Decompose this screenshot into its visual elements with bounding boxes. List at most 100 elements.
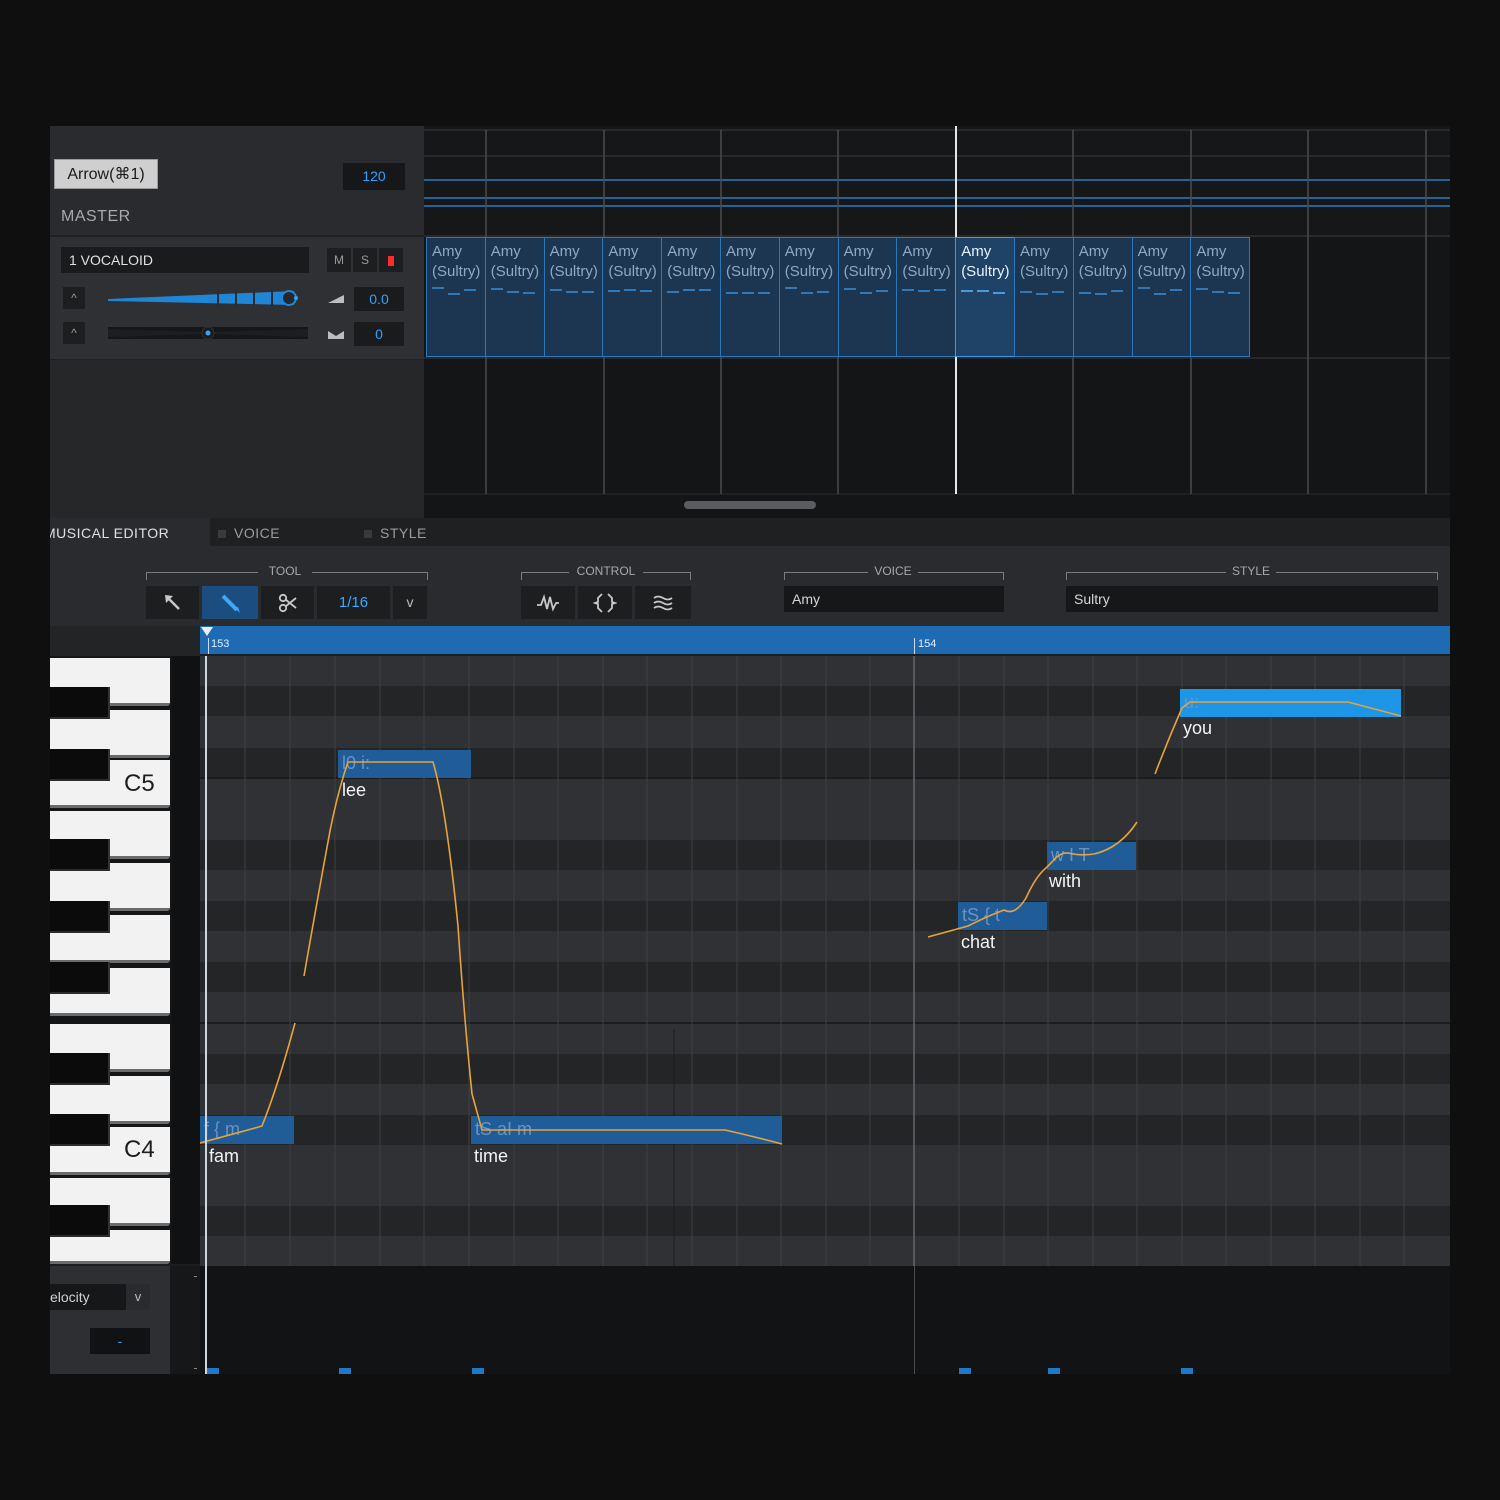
part-amy-sultry[interactable]: Amy (Sultry) (896, 237, 957, 357)
part-preview-sketch (1196, 288, 1241, 294)
solo-button[interactable]: S (353, 248, 377, 272)
arrangement-view[interactable]: Amy (Sultry) Amy (Sultry) Amy (Sultry) Amy (Sul… (424, 126, 1450, 518)
piano-roll[interactable]: f { m fam l0 i: lee tS aI m time tS { t … (200, 656, 1450, 1266)
tab-voice[interactable]: VOICE (218, 518, 358, 546)
ruler-bar-153: 153 (211, 638, 230, 650)
part-style-label: (Sultry) (1020, 263, 1069, 280)
scissors-tool-button[interactable] (261, 586, 314, 619)
grid-quantize-select[interactable]: 1/16 (317, 586, 390, 619)
tool-indicator[interactable]: Arrow(⌘1) (54, 159, 158, 189)
part-voice-label: Amy (490, 243, 521, 260)
divider (521, 572, 569, 573)
part-style-label: (Sultry) (1137, 263, 1186, 280)
editor-tab-bar: MUSICAL EDITOR VOICE STYLE (50, 518, 1450, 546)
part-amy-sultry[interactable]: Amy (Sultry) (1072, 237, 1133, 357)
velocity-bar[interactable] (1181, 1368, 1193, 1374)
part-preview-sketch (490, 288, 535, 294)
piano-key-black[interactable] (50, 1114, 110, 1146)
velocity-bar[interactable] (1048, 1368, 1060, 1374)
piano-key-black[interactable] (50, 1205, 110, 1237)
control-lane[interactable] (200, 1266, 1450, 1374)
piano-key-black[interactable] (50, 962, 110, 994)
piano-key-black[interactable] (50, 687, 110, 719)
pitch-curve[interactable] (200, 656, 1450, 1266)
timeline-ruler[interactable]: 153 154 (200, 626, 1450, 654)
part-preview-sketch (1137, 287, 1182, 295)
part-voice-label: Amy (549, 243, 580, 260)
editor-playhead[interactable] (205, 656, 207, 1266)
velocity-bar[interactable] (472, 1368, 484, 1374)
attack-release-button[interactable] (578, 586, 632, 619)
tab-musical-editor[interactable]: MUSICAL EDITOR (50, 518, 210, 546)
part-amy-sultry[interactable]: Amy (Sultry) (1190, 237, 1251, 357)
arrow-tool-button[interactable] (146, 586, 199, 619)
divider (784, 572, 868, 573)
volume-expand-button[interactable]: ^ (63, 287, 85, 309)
part-style-label: (Sultry) (843, 263, 892, 280)
part-amy-sultry[interactable]: Amy (Sultry) (1131, 237, 1192, 357)
divider (643, 572, 691, 573)
piano-key-black[interactable] (50, 839, 110, 871)
part-amy-sultry[interactable]: Amy (Sultry) (778, 237, 839, 357)
part-style-label: (Sultry) (1078, 263, 1128, 280)
part-preview-sketch (1020, 291, 1064, 295)
pencil-tool-icon (221, 594, 240, 614)
volume-fader-knob[interactable] (280, 290, 297, 306)
tab-dot-icon (364, 530, 372, 539)
velocity-bar[interactable] (207, 1368, 219, 1374)
piano-keyboard[interactable]: C5 C4 (50, 656, 172, 1264)
part-voice-label: Amy (1137, 243, 1168, 260)
volume-fader[interactable] (108, 290, 308, 306)
part-voice-label: Amy (1196, 243, 1227, 260)
tool-group-label: TOOL (268, 564, 302, 578)
ruler-bar-154: 154 (918, 638, 937, 650)
part-amy-sultry[interactable]: Amy (Sultry) (837, 237, 898, 357)
track-name-field[interactable]: 1 VOCALOID (61, 247, 309, 273)
control-parameter-dropdown[interactable]: v (126, 1284, 150, 1310)
piano-key-label-c5: C5 (124, 770, 155, 797)
tab-style[interactable]: STYLE (364, 518, 504, 546)
control-lane-gutter (170, 1266, 200, 1374)
piano-key-black[interactable] (50, 1053, 110, 1085)
part-amy-sultry[interactable]: Amy (Sultry) (1014, 237, 1074, 357)
control-parameter-value[interactable]: - (90, 1328, 150, 1354)
record-button[interactable] (379, 248, 403, 272)
pan-value[interactable]: 0 (354, 322, 404, 346)
record-icon (388, 255, 394, 266)
piano-key-black[interactable] (50, 901, 110, 933)
part-amy-sultry[interactable]: Amy (Sultry) (543, 237, 604, 357)
pan-fader[interactable] (108, 325, 308, 341)
horizontal-scrollbar[interactable] (684, 501, 816, 509)
grid-quantize-dropdown[interactable]: v (393, 586, 427, 619)
part-voice-label: Amy (961, 243, 992, 260)
pan-expand-button[interactable]: ^ (63, 322, 85, 344)
volume-value[interactable]: 0.0 (354, 287, 404, 311)
part-preview-sketch (961, 290, 1006, 294)
voice-select[interactable]: Amy (784, 586, 1004, 612)
velocity-bar[interactable] (339, 1368, 351, 1374)
part-preview-sketch (726, 292, 770, 294)
expression-button[interactable] (635, 586, 691, 619)
part-amy-sultry[interactable]: Amy (Sultry) (602, 237, 663, 357)
part-amy-sultry[interactable]: Amy (Sultry) (955, 237, 1015, 357)
playhead-marker-icon[interactable] (200, 626, 214, 638)
part-style-label: (Sultry) (726, 263, 775, 280)
tempo-field[interactable]: 120 (343, 163, 405, 190)
style-select[interactable]: Sultry (1066, 586, 1438, 612)
part-amy-sultry[interactable]: Amy (Sultry) (426, 237, 486, 357)
pencil-tool-button[interactable] (202, 586, 258, 619)
divider (146, 572, 147, 580)
part-amy-sultry[interactable]: Amy (Sultry) (720, 237, 780, 357)
divider (1276, 572, 1438, 573)
velocity-bar[interactable] (959, 1368, 971, 1374)
part-amy-sultry[interactable]: Amy (Sultry) (484, 237, 545, 357)
master-track-label: MASTER (61, 208, 131, 225)
track-list-empty-area (50, 360, 424, 518)
mute-button[interactable]: M (327, 248, 351, 272)
scale-tick (194, 1368, 197, 1369)
part-amy-sultry[interactable]: Amy (Sultry) (661, 237, 721, 357)
piano-key-black[interactable] (50, 749, 110, 781)
vibrato-button[interactable] (521, 586, 575, 619)
pan-icon (328, 331, 344, 339)
track-row-vocaloid[interactable]: 1 VOCALOID M S ^ ^ 0.0 0 (50, 237, 424, 361)
